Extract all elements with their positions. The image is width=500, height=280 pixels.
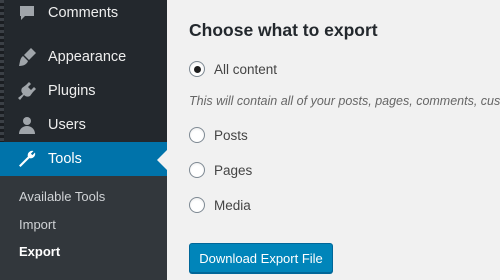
submenu-available-tools[interactable]: Available Tools [19, 189, 105, 204]
export-content: Choose what to export All content This w… [167, 0, 500, 280]
sidebar-item-plugins[interactable]: Plugins [0, 74, 167, 108]
radio-media[interactable] [189, 197, 205, 213]
sidebar-item-label: Users [48, 117, 86, 133]
sidebar-item-label: Comments [48, 5, 119, 21]
sidebar-item-comments[interactable]: Comments [0, 0, 167, 30]
option-label: Media [214, 197, 251, 213]
option-label: Posts [214, 127, 248, 143]
page-title: Choose what to export [189, 20, 378, 40]
option-all-content[interactable]: All content [189, 61, 277, 77]
option-label: All content [214, 61, 278, 77]
radio-pages[interactable] [189, 162, 205, 178]
radio-all-content[interactable] [189, 61, 205, 77]
tools-icon [16, 148, 38, 170]
download-export-button[interactable]: Download Export File [189, 243, 333, 273]
radio-posts[interactable] [189, 127, 205, 143]
option-pages[interactable]: Pages [189, 162, 252, 178]
sidebar-item-tools[interactable]: Tools [0, 142, 167, 176]
sidebar-item-users[interactable]: Users [0, 108, 167, 142]
sidebar-item-appearance[interactable]: Appearance [0, 40, 167, 74]
option-media[interactable]: Media [189, 197, 251, 213]
plugins-icon [16, 80, 38, 102]
option-description: This will contain all of your posts, pag… [189, 94, 500, 108]
sidebar-item-label: Plugins [48, 83, 96, 99]
sidebar-item-label: Tools [48, 151, 82, 167]
tools-submenu: Available Tools Import Export [0, 176, 167, 280]
option-posts[interactable]: Posts [189, 127, 248, 143]
appearance-icon [16, 46, 38, 68]
users-icon [16, 114, 38, 136]
sidebar-item-label: Appearance [48, 49, 127, 65]
comments-icon [16, 2, 38, 24]
submenu-export[interactable]: Export [19, 244, 60, 259]
submenu-import[interactable]: Import [19, 217, 56, 232]
admin-sidebar: Comments Appearance Plugins Users Tools … [0, 0, 167, 280]
option-label: Pages [214, 162, 253, 178]
active-menu-arrow [157, 150, 167, 170]
